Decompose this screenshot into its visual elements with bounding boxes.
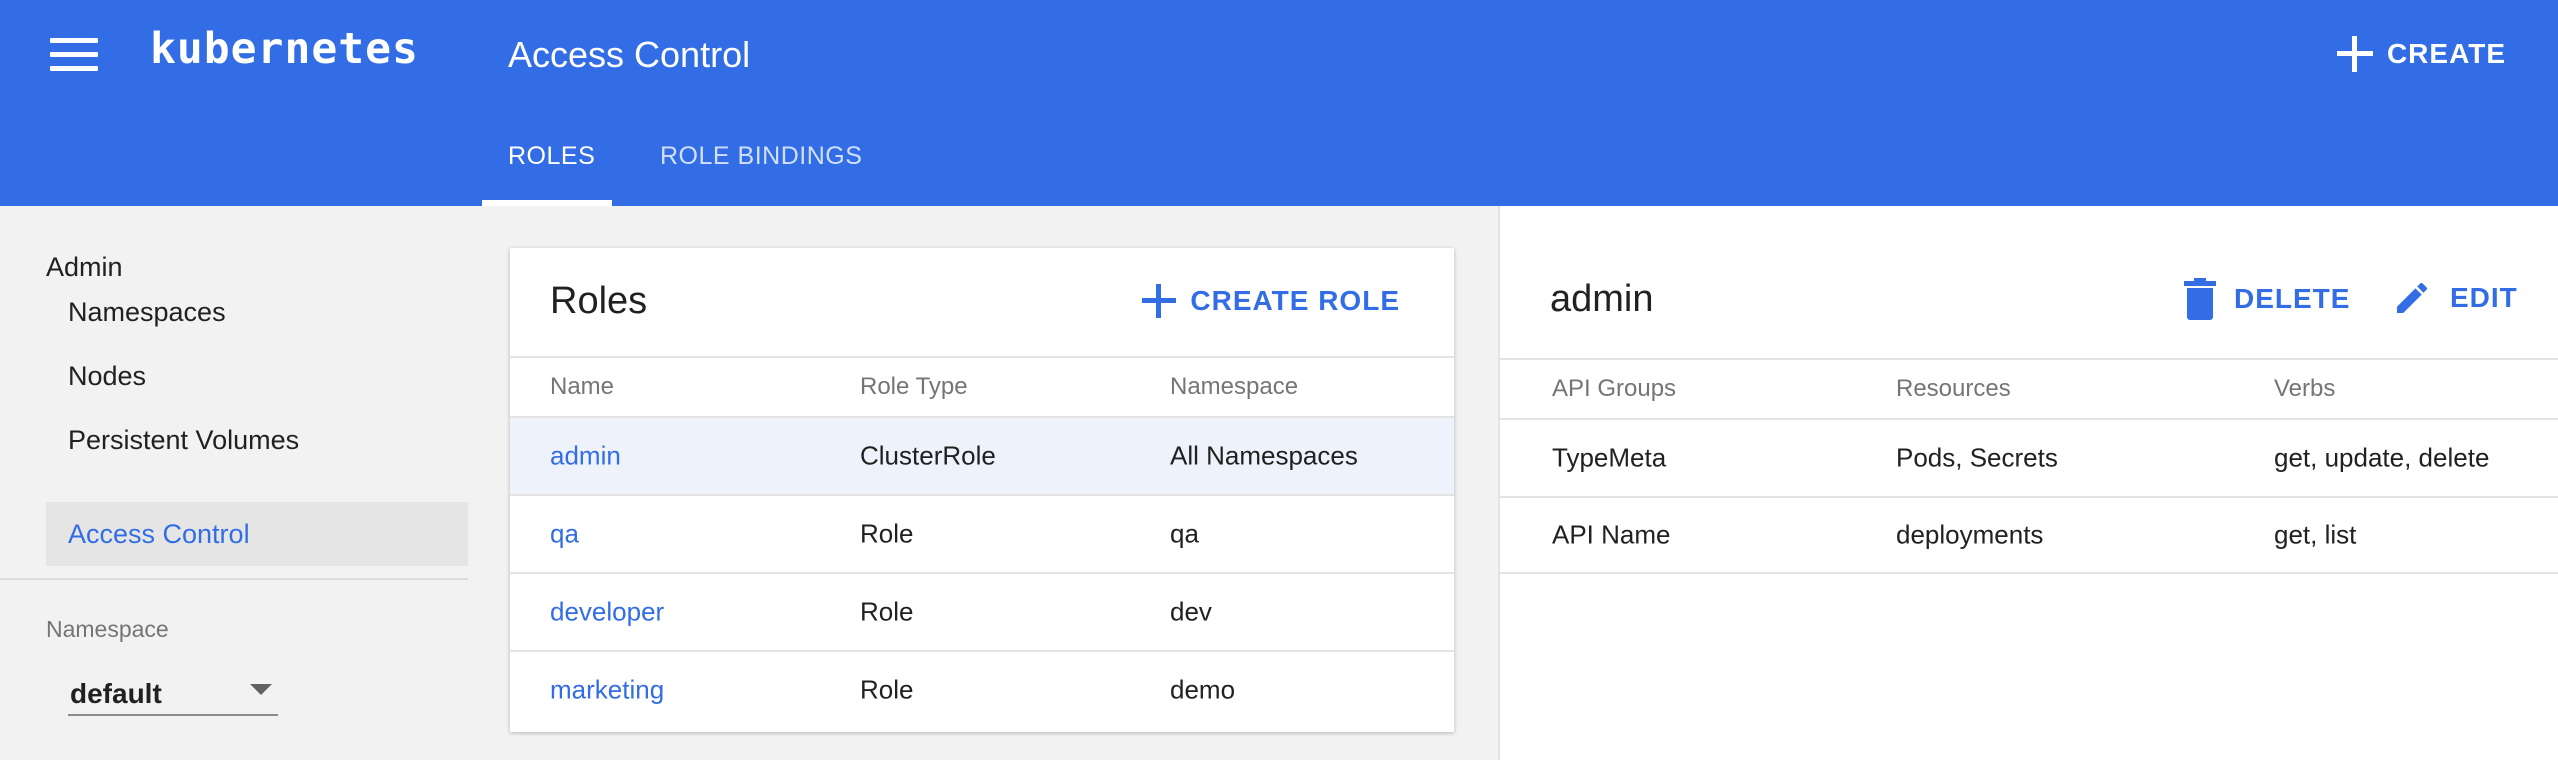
roles-card: Roles CREATE ROLE Name Role Type Namespa… <box>510 248 1454 732</box>
api-group: API Name <box>1552 519 1671 550</box>
page-title: Access Control <box>508 34 751 75</box>
create-button[interactable]: CREATE <box>2336 30 2506 78</box>
verbs: get, list <box>2274 519 2357 550</box>
permissions-table-header: API Groups Resources Verbs <box>1500 358 2558 418</box>
create-role-button[interactable]: CREATE ROLE <box>1142 284 1400 318</box>
role-namespace: demo <box>1170 674 1236 705</box>
sidebar-item-namespaces[interactable]: Namespaces <box>46 280 468 344</box>
role-namespace: dev <box>1170 596 1212 627</box>
role-name-link[interactable]: marketing <box>550 675 664 706</box>
column-header-name[interactable]: Name <box>550 373 614 401</box>
table-row: TypeMeta Pods, Secrets get, update, dele… <box>1500 418 2558 496</box>
active-tab-indicator <box>482 200 612 206</box>
kubernetes-logo[interactable]: kubernetes <box>150 24 419 74</box>
sidebar-item-access-control[interactable]: Access Control <box>46 502 468 566</box>
role-namespace: All Namespaces <box>1170 440 1358 471</box>
plus-icon <box>1142 284 1177 318</box>
table-row[interactable]: marketing Role demo <box>510 650 1454 728</box>
role-name-link[interactable]: developer <box>550 597 664 628</box>
delete-button[interactable]: DELETE <box>2184 278 2350 320</box>
sidebar-header-admin: Admin <box>46 252 123 282</box>
sidebar-divider <box>0 578 468 580</box>
table-row[interactable]: developer Role dev <box>510 572 1454 650</box>
pencil-icon <box>2397 282 2428 313</box>
column-header-resources: Resources <box>1896 375 2011 402</box>
detail-title: admin <box>1550 278 1654 320</box>
namespace-value: default <box>70 678 162 709</box>
table-row[interactable]: qa Role qa <box>510 494 1454 572</box>
role-type: ClusterRole <box>860 440 996 471</box>
table-row[interactable]: admin ClusterRole All Namespaces <box>510 416 1454 494</box>
sidebar-item-nodes[interactable]: Nodes <box>46 344 468 408</box>
resources: deployments <box>1896 519 2044 550</box>
plus-icon <box>2336 36 2373 72</box>
create-role-label: CREATE ROLE <box>1190 285 1400 316</box>
edit-button[interactable]: EDIT <box>2392 278 2518 318</box>
verbs: get, update, delete <box>2274 442 2490 473</box>
tab-roles[interactable]: ROLES <box>508 142 595 171</box>
tab-role-bindings[interactable]: ROLE BINDINGS <box>660 142 862 171</box>
api-group: TypeMeta <box>1552 442 1667 473</box>
role-type: Role <box>860 596 914 627</box>
top-app-bar: kubernetes Access Control CREATE ROLES R… <box>0 0 2558 206</box>
delete-button-label: DELETE <box>2234 283 2351 314</box>
sidebar-item-persistent-volumes[interactable]: Persistent Volumes <box>46 408 468 472</box>
sidebar: Admin Namespaces Nodes Persistent Volume… <box>0 206 480 760</box>
column-header-role-type[interactable]: Role Type <box>860 373 968 401</box>
role-type: Role <box>860 674 914 705</box>
role-name-link[interactable]: qa <box>550 519 579 550</box>
role-namespace: qa <box>1170 518 1199 549</box>
column-header-verbs: Verbs <box>2274 375 2336 402</box>
column-header-namespace[interactable]: Namespace <box>1170 373 1298 401</box>
roles-table-header: Name Role Type Namespace <box>510 356 1454 416</box>
role-type: Role <box>860 518 914 549</box>
trash-icon <box>2184 278 2216 320</box>
role-detail-panel: admin DELETE EDIT API Groups Resources V… <box>1498 206 2558 760</box>
namespace-label: Namespace <box>46 616 169 642</box>
resources: Pods, Secrets <box>1896 442 2058 473</box>
namespace-select[interactable]: default <box>68 668 278 716</box>
edit-button-label: EDIT <box>2450 282 2518 313</box>
roles-card-title: Roles <box>550 280 648 322</box>
hamburger-menu-icon[interactable] <box>50 38 98 74</box>
column-header-api-groups: API Groups <box>1552 375 1677 402</box>
create-button-label: CREATE <box>2386 38 2506 69</box>
dropdown-caret-icon <box>250 684 272 695</box>
table-row: API Name deployments get, list <box>1500 496 2558 574</box>
role-name-link[interactable]: admin <box>550 441 621 472</box>
